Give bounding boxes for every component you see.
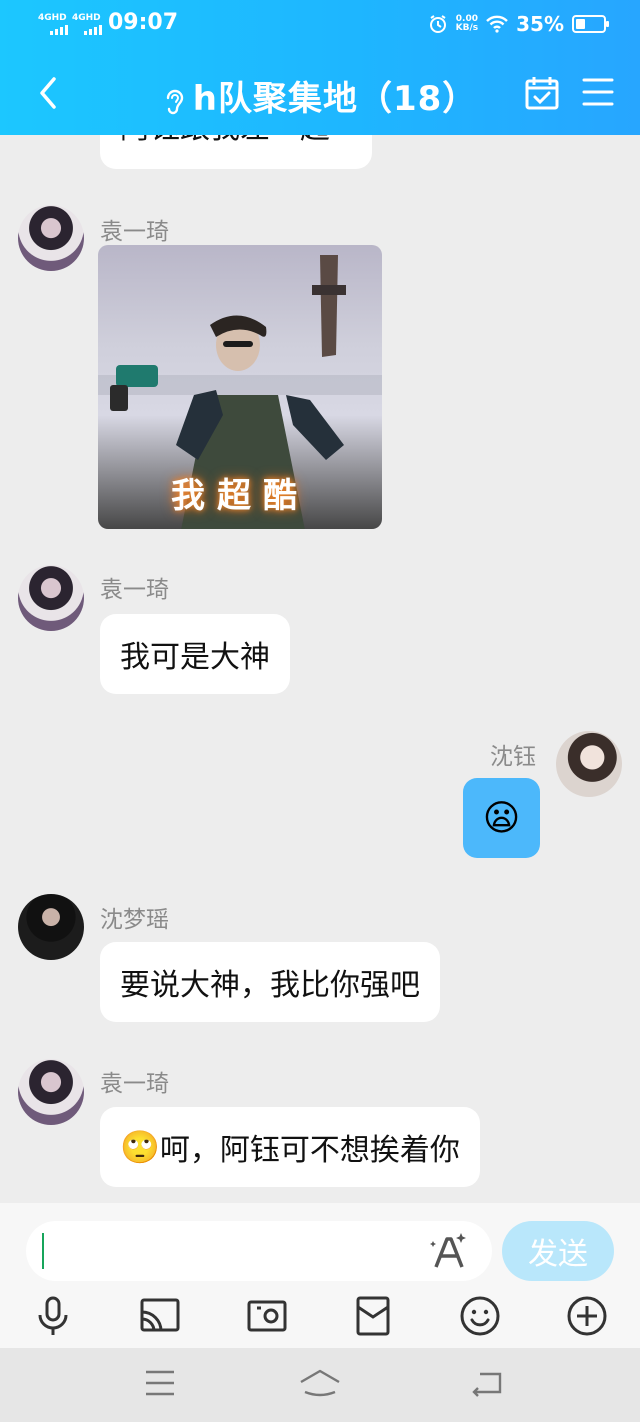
text-caret bbox=[42, 1233, 44, 1269]
font-style-icon[interactable] bbox=[428, 1231, 470, 1271]
hamburger-menu-icon[interactable] bbox=[582, 77, 614, 107]
sim1-label: 4GHD bbox=[38, 13, 67, 23]
screen-cast-icon[interactable] bbox=[139, 1295, 181, 1337]
sim2-label: 4GHD bbox=[72, 13, 101, 23]
net-speed: 0.00 KB/s bbox=[456, 15, 478, 33]
nav-back-icon[interactable] bbox=[470, 1368, 504, 1398]
image-message[interactable]: 我超酷 bbox=[98, 245, 382, 529]
avatar-shenyu[interactable] bbox=[556, 731, 622, 797]
message-bubble[interactable]: 🙄 呵，阿钰可不想挨着你 bbox=[100, 1107, 480, 1187]
eye-roll-emoji: 🙄 bbox=[120, 1128, 160, 1166]
message-text: 呵，阿钰可不想挨着你 bbox=[159, 1133, 460, 1168]
wifi-icon bbox=[486, 15, 508, 33]
sender-name: 袁一琦 bbox=[100, 577, 169, 603]
message-text: 要说大神，我比你强吧 bbox=[120, 968, 420, 1003]
sender-name: 袁一琦 bbox=[100, 219, 169, 245]
sender-name: 沈钰 bbox=[490, 744, 536, 770]
chat-area[interactable]: 阿钰跟我差一起 袁一琦 我超酷 袁一琦 我可是大神 沈钰 😦 沈梦瑶 要 bbox=[0, 135, 640, 1203]
plus-circle-icon[interactable] bbox=[566, 1295, 608, 1337]
toolbar bbox=[0, 1291, 640, 1341]
message-input[interactable] bbox=[26, 1221, 492, 1281]
sender-name: 沈梦瑶 bbox=[100, 907, 169, 933]
sim1-signal: 4GHD bbox=[38, 14, 68, 35]
ear-icon bbox=[166, 89, 183, 114]
smiley-icon[interactable] bbox=[459, 1295, 501, 1337]
image-caption: 我超酷 bbox=[171, 476, 309, 516]
emoji-message[interactable]: 😦 bbox=[463, 778, 540, 858]
input-bar: 发送 bbox=[0, 1203, 640, 1348]
system-nav-bar bbox=[0, 1348, 640, 1422]
status-right: 0.00 KB/s 35% bbox=[428, 12, 609, 36]
message-bubble-partial[interactable]: 阿钰跟我差一起 bbox=[100, 135, 372, 169]
send-button[interactable]: 发送 bbox=[502, 1221, 614, 1281]
battery-percent: 35% bbox=[516, 12, 564, 36]
title-bar: h队聚集地（18） bbox=[0, 55, 640, 135]
avatar-shenmengyao[interactable] bbox=[18, 894, 84, 960]
avatar-yuanyiqi[interactable] bbox=[18, 1059, 84, 1125]
sender-name: 袁一琦 bbox=[100, 1071, 169, 1097]
emoji: 😦 bbox=[482, 797, 521, 839]
photo-icon[interactable] bbox=[246, 1295, 288, 1337]
alarm-icon bbox=[429, 15, 446, 33]
group-name: h队聚集地（18） bbox=[192, 79, 478, 119]
avatar-yuanyiqi[interactable] bbox=[18, 205, 84, 271]
message-bubble[interactable]: 我可是大神 bbox=[100, 614, 290, 694]
sim2-signal: 4GHD bbox=[72, 14, 102, 35]
clock: 09:07 bbox=[108, 10, 179, 35]
message-text: 我可是大神 bbox=[120, 640, 270, 675]
nav-menu-icon[interactable] bbox=[144, 1368, 176, 1398]
red-packet-icon[interactable] bbox=[352, 1295, 394, 1337]
app-header: 4GHD 4GHD 09:07 0.00 KB/s 35% h队聚集地（18） bbox=[0, 0, 640, 135]
status-bar: 4GHD 4GHD 09:07 0.00 KB/s 35% bbox=[0, 0, 640, 50]
net-speed-unit: KB/s bbox=[455, 23, 479, 33]
calendar-check-icon[interactable] bbox=[524, 75, 560, 111]
message-bubble[interactable]: 要说大神，我比你强吧 bbox=[100, 942, 440, 1022]
message-text: 阿钰跟我差一起 bbox=[120, 135, 330, 147]
avatar-yuanyiqi[interactable] bbox=[18, 565, 84, 631]
battery-icon bbox=[572, 15, 609, 33]
microphone-icon[interactable] bbox=[32, 1295, 74, 1337]
nav-home-icon[interactable] bbox=[298, 1368, 342, 1400]
